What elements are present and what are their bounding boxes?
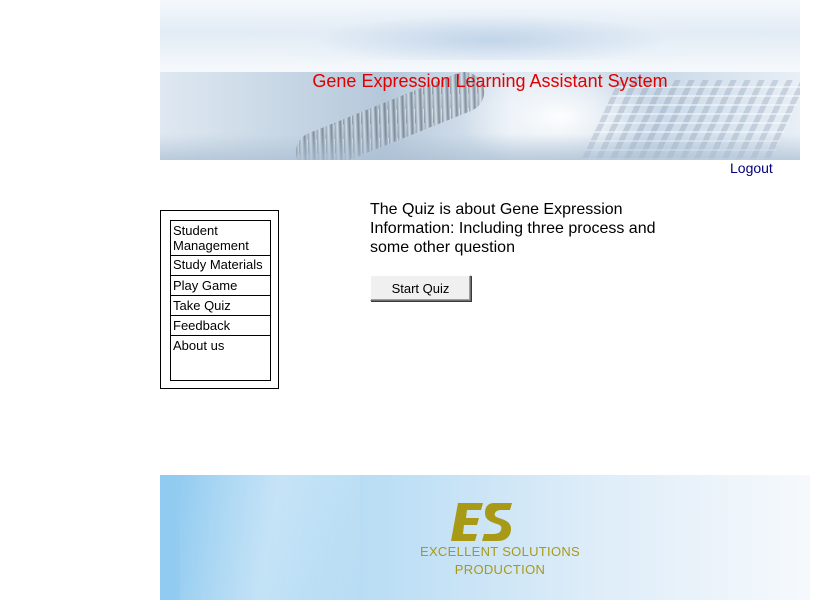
header-banner-sky: [160, 0, 800, 72]
menu-item-take-quiz[interactable]: Take Quiz: [171, 296, 270, 316]
logout-link[interactable]: Logout: [730, 160, 773, 176]
company-logo-icon: [451, 503, 512, 541]
footer-banner: EXCELLENT SOLUTIONS PRODUCTION: [160, 475, 810, 600]
menu-item-study-materials[interactable]: Study Materials: [171, 256, 270, 276]
start-quiz-button[interactable]: Start Quiz: [370, 275, 471, 301]
footer-light-streak: [180, 475, 360, 600]
banner-haze: [280, 10, 700, 60]
side-menu-list: Student Management Study Materials Play …: [170, 220, 271, 381]
menu-item-feedback[interactable]: Feedback: [171, 316, 270, 336]
menu-item-play-game[interactable]: Play Game: [171, 276, 270, 296]
company-name-line1: EXCELLENT SOLUTIONS: [419, 544, 581, 559]
menu-item-about-us[interactable]: About us: [171, 336, 270, 380]
company-name-line2: PRODUCTION: [454, 562, 546, 577]
menu-item-student-management[interactable]: Student Management: [171, 221, 270, 256]
side-menu: Student Management Study Materials Play …: [160, 210, 279, 389]
site-title: Gene Expression Learning Assistant Syste…: [312, 71, 668, 91]
logo-letter-s: [482, 503, 512, 541]
banner-floor: [160, 134, 800, 160]
quiz-description: The Quiz is about Gene Expression Inform…: [370, 201, 656, 256]
logo-letter-e: [451, 503, 483, 541]
